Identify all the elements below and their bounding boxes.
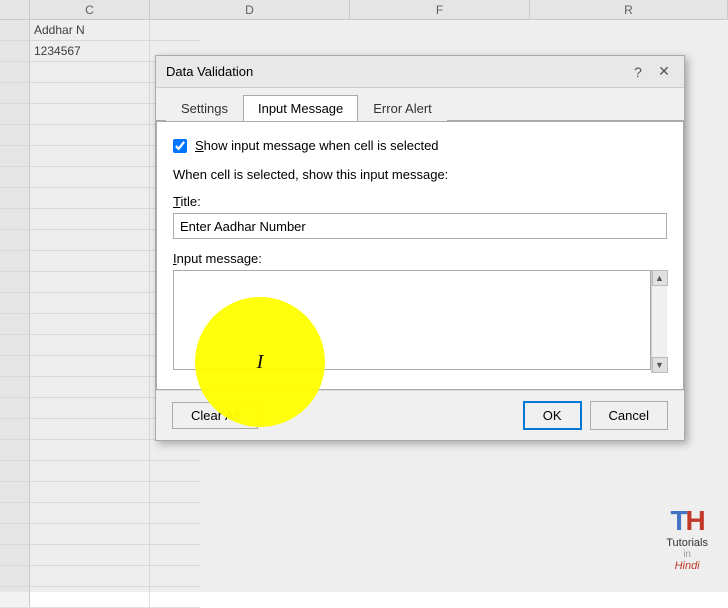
dialog-body: Show input message when cell is selected…: [156, 121, 684, 390]
input-message-label: Input message:: [173, 251, 667, 266]
clear-all-button[interactable]: Clear All: [172, 402, 258, 429]
titlebar-controls: ? ✕: [628, 62, 674, 82]
instruction-text: When cell is selected, show this input m…: [173, 167, 667, 182]
cancel-button[interactable]: Cancel: [590, 401, 668, 430]
show-message-row: Show input message when cell is selected: [173, 138, 667, 153]
data-validation-dialog: Data Validation ? ✕ Settings Input Messa…: [155, 55, 685, 441]
dialog-titlebar: Data Validation ? ✕: [156, 56, 684, 88]
tab-error-alert[interactable]: Error Alert: [358, 95, 447, 121]
show-message-label: Show input message when cell is selected: [195, 138, 439, 153]
title-input[interactable]: [173, 213, 667, 239]
watermark: TH Tutorials in Hindi: [666, 505, 708, 572]
textarea-container: ▲ ▼: [173, 270, 667, 373]
watermark-t-letter: TH: [670, 505, 703, 536]
help-button[interactable]: ?: [628, 62, 648, 82]
dialog-footer: Clear All OK Cancel: [156, 390, 684, 440]
scrollbar-vertical[interactable]: ▲ ▼: [651, 270, 667, 373]
watermark-hindi: Hindi: [666, 560, 708, 572]
close-button[interactable]: ✕: [654, 62, 674, 82]
input-message-textarea[interactable]: [173, 270, 651, 370]
tab-input-message[interactable]: Input Message: [243, 95, 358, 121]
dialog-title: Data Validation: [166, 64, 253, 79]
watermark-tutorials: Tutorials: [666, 537, 708, 549]
watermark-logo: TH: [666, 505, 708, 537]
watermark-in: in: [666, 549, 708, 560]
dialog-tabs: Settings Input Message Error Alert: [156, 88, 684, 121]
scroll-up-arrow[interactable]: ▲: [652, 270, 668, 286]
ok-button[interactable]: OK: [523, 401, 582, 430]
title-field-label: Title:: [173, 194, 667, 209]
tab-settings[interactable]: Settings: [166, 95, 243, 121]
action-buttons: OK Cancel: [523, 401, 668, 430]
scroll-down-arrow[interactable]: ▼: [652, 357, 668, 373]
show-message-checkbox[interactable]: [173, 139, 187, 153]
